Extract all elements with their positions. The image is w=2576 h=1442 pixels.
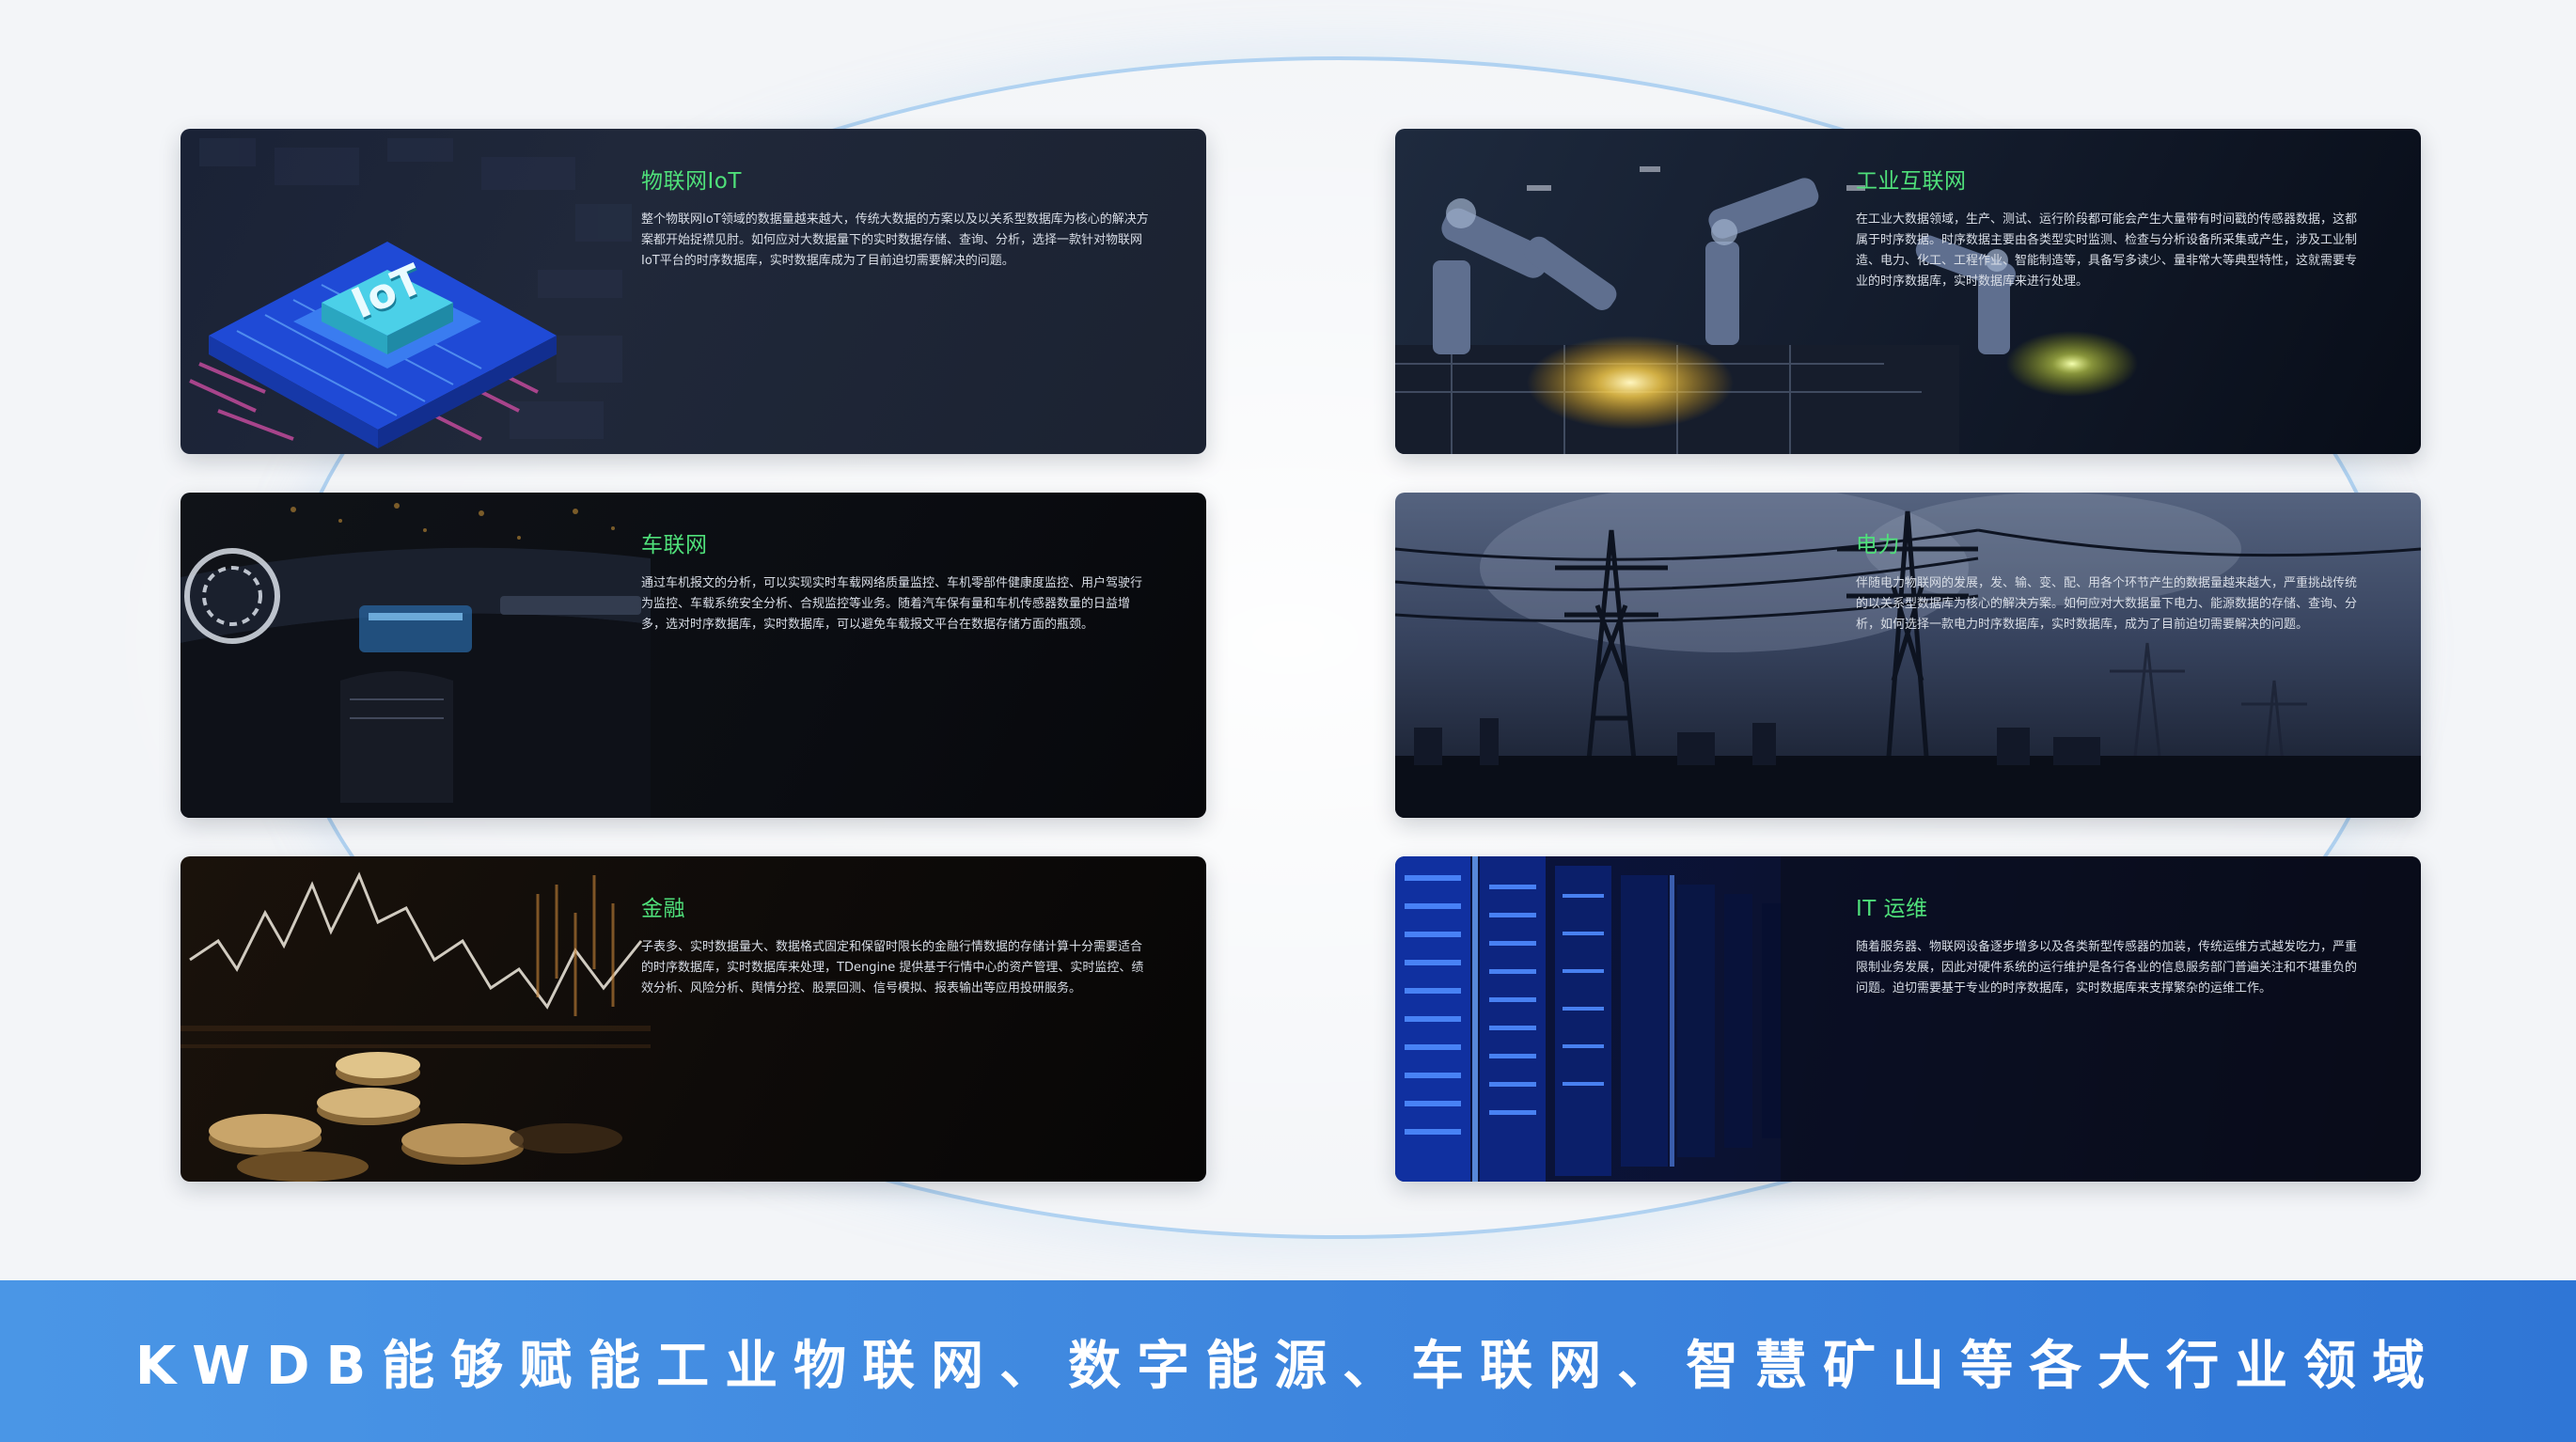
- card-description: 随着服务器、物联网设备逐步增多以及各类新型传感器的加装，传统运维方式越发吃力，严…: [1856, 940, 2358, 995]
- card-description: 整个物联网IoT领域的数据量越来越大，传统大数据的方案以及以关系型数据库为核心的…: [641, 212, 1149, 268]
- card-title: 物联网IoT: [641, 169, 742, 194]
- finance-coins-illustration: [181, 871, 651, 1182]
- power-tower-illustration: [1395, 493, 2421, 818]
- card-title: 金融: [641, 897, 685, 921]
- card-title: 电力: [1856, 533, 1900, 557]
- card-industrial-internet: 工业互联网 在工业大数据领域，生产、测试、运行阶段都可能会产生大量带有时间戳的传…: [1395, 129, 2421, 454]
- card-description: 通过车机报文的分析，可以实现实时车载网络质量监控、车机零部件健康度监控、用户驾驶…: [641, 576, 1143, 632]
- card-electric-power: 电力 伴随电力物联网的发展，发、输、变、配、用各个环节产生的数据量越来越大，严重…: [1395, 493, 2421, 818]
- card-vehicle-networking: 车联网 通过车机报文的分析，可以实现实时车载网络质量监控、车机零部件健康度监控、…: [181, 493, 1206, 818]
- card-description: 伴随电力物联网的发展，发、输、变、配、用各个环节产生的数据量越来越大，严重挑战传…: [1856, 576, 2358, 632]
- banner-headline: KWDB能够赋能工业物联网、数字能源、车联网、智慧矿山等各大行业领域: [134, 1335, 2442, 1397]
- card-description: 在工业大数据领域，生产、测试、运行阶段都可能会产生大量带有时间戳的传感器数据，这…: [1856, 212, 2358, 289]
- car-dashboard-illustration: [181, 503, 651, 818]
- card-title: 工业互联网: [1856, 169, 1967, 194]
- card-title: IT 运维: [1856, 897, 1928, 921]
- card-iot: IoT 物联网IoT 整个物联网IoT领域的数据量越来越大，传统大数据的方案以及…: [181, 129, 1206, 454]
- bottom-banner: KWDB能够赋能工业物联网、数字能源、车联网、智慧矿山等各大行业领域: [0, 1280, 2576, 1442]
- card-it-operations: IT 运维 随着服务器、物联网设备逐步增多以及各类新型传感器的加装，传统运维方式…: [1395, 856, 2421, 1182]
- card-finance: 金融 子表多、实时数据量大、数据格式固定和保留时限长的金融行情数据的存储计算十分…: [181, 856, 1206, 1182]
- card-description: 子表多、实时数据量大、数据格式固定和保留时限长的金融行情数据的存储计算十分需要适…: [641, 940, 1144, 995]
- card-title: 车联网: [641, 533, 708, 557]
